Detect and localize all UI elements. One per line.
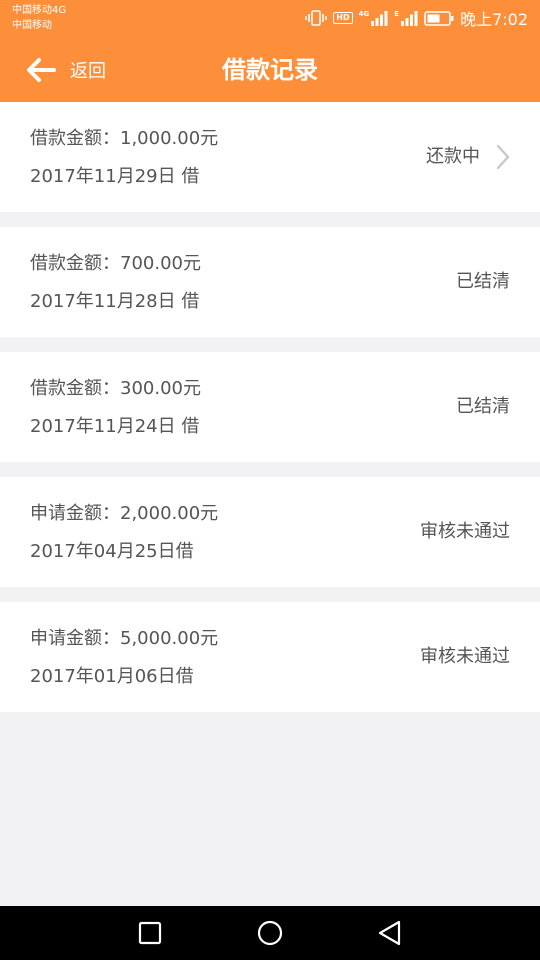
record-status: 审核未通过 — [420, 519, 510, 545]
carrier-info: 中国移动4G 中国移动 — [12, 3, 66, 33]
loan-record-item[interactable]: 申请金额：2,000.00元 2017年04月25日借 审核未通过 — [0, 477, 540, 587]
loan-record-list: 借款金额：1,000.00元 2017年11月29日 借 还款中 借款金额：70… — [0, 102, 540, 727]
record-amount: 申请金额：2,000.00元 — [30, 503, 219, 524]
record-status: 审核未通过 — [420, 644, 510, 670]
signal-icon-sim1: 4G — [359, 10, 389, 26]
record-date: 2017年11月28日 借 — [30, 291, 200, 312]
back-triangle-icon[interactable] — [376, 919, 404, 947]
loan-record-item[interactable]: 申请金额：5,000.00元 2017年01月06日借 审核未通过 — [0, 602, 540, 712]
loan-record-item[interactable]: 借款金额：1,000.00元 2017年11月29日 借 还款中 — [0, 102, 540, 212]
record-amount: 借款金额：300.00元 — [30, 378, 201, 399]
record-date: 2017年01月06日借 — [30, 666, 194, 687]
record-date: 2017年11月24日 借 — [30, 416, 200, 437]
record-status: 已结清 — [456, 269, 510, 295]
record-date: 2017年11月29日 借 — [30, 166, 200, 187]
network-type-label: 4G — [358, 10, 370, 18]
system-nav-bar — [0, 906, 540, 960]
loan-record-item[interactable]: 借款金额：700.00元 2017年11月28日 借 已结清 — [0, 227, 540, 337]
loan-record-item[interactable]: 借款金额：300.00元 2017年11月24日 借 已结清 — [0, 352, 540, 462]
network-type-label: E — [394, 10, 400, 18]
hd-voice-icon: HD — [333, 12, 353, 24]
record-status-label: 还款中 — [426, 146, 480, 167]
vibrate-icon — [305, 10, 328, 26]
battery-icon — [424, 10, 454, 26]
status-bar: 中国移动4G 中国移动 HD 4G E 晚上7:02 — [0, 0, 540, 38]
record-status: 还款中 — [426, 144, 510, 170]
record-status-label: 审核未通过 — [420, 521, 510, 542]
carrier-secondary: 中国移动 — [12, 20, 52, 31]
record-date: 2017年04月25日借 — [30, 541, 194, 562]
carrier-primary: 中国移动4G — [12, 5, 67, 16]
record-status-label: 已结清 — [456, 271, 510, 292]
status-icons: HD 4G E 晚上7:02 — [305, 6, 528, 30]
signal-icon-sim2: E — [394, 10, 418, 26]
record-status-label: 已结清 — [456, 396, 510, 417]
record-amount: 借款金额：1,000.00元 — [30, 128, 219, 149]
record-status-label: 审核未通过 — [420, 646, 510, 667]
recent-apps-icon[interactable] — [136, 919, 164, 947]
home-icon[interactable] — [256, 919, 284, 947]
chevron-right-icon — [496, 144, 510, 170]
status-time: 晚上7:02 — [460, 10, 528, 29]
app-header: 返回 借款记录 — [0, 38, 540, 102]
record-amount: 申请金额：5,000.00元 — [30, 628, 219, 649]
page-title: 借款记录 — [222, 56, 318, 84]
record-amount: 借款金额：700.00元 — [30, 253, 201, 274]
record-status: 已结清 — [456, 394, 510, 420]
